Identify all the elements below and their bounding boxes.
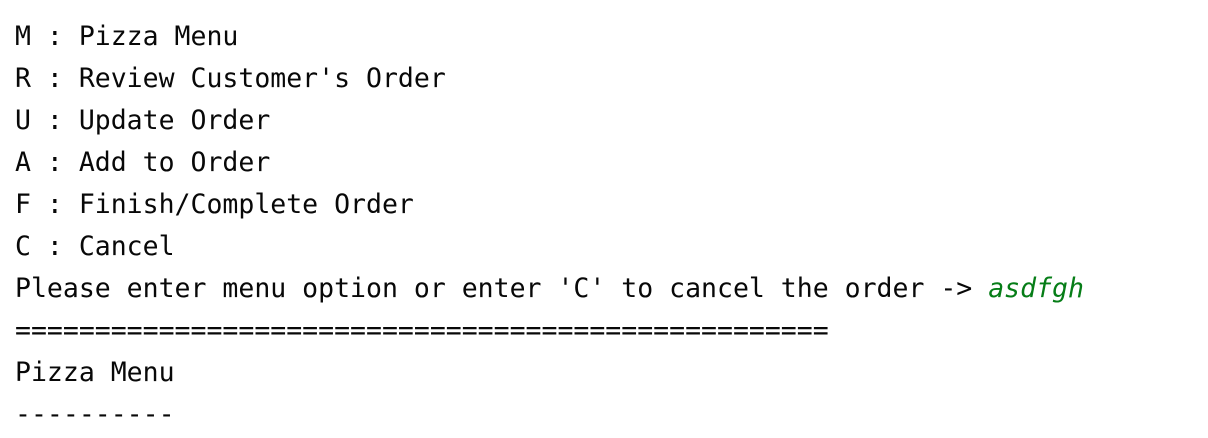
menu-option-finish-order: F : Finish/Complete Order — [15, 189, 414, 220]
single-separator: ---------- — [15, 399, 175, 430]
menu-option-cancel: C : Cancel — [15, 231, 175, 262]
console-output: M : Pizza Menu R : Review Customer's Ord… — [0, 0, 1208, 438]
user-input-text[interactable]: asdfgh — [988, 273, 1084, 304]
menu-option-add-to-order: A : Add to Order — [15, 147, 271, 178]
double-separator: ========================================… — [15, 315, 829, 346]
menu-option-review-order: R : Review Customer's Order — [15, 63, 446, 94]
menu-option-pizza-menu: M : Pizza Menu — [15, 21, 239, 52]
section-title: Pizza Menu — [15, 357, 175, 388]
prompt-line: Please enter menu option or enter 'C' to… — [15, 268, 1208, 310]
menu-option-update-order: U : Update Order — [15, 105, 271, 136]
prompt-text: Please enter menu option or enter 'C' to… — [15, 273, 989, 304]
